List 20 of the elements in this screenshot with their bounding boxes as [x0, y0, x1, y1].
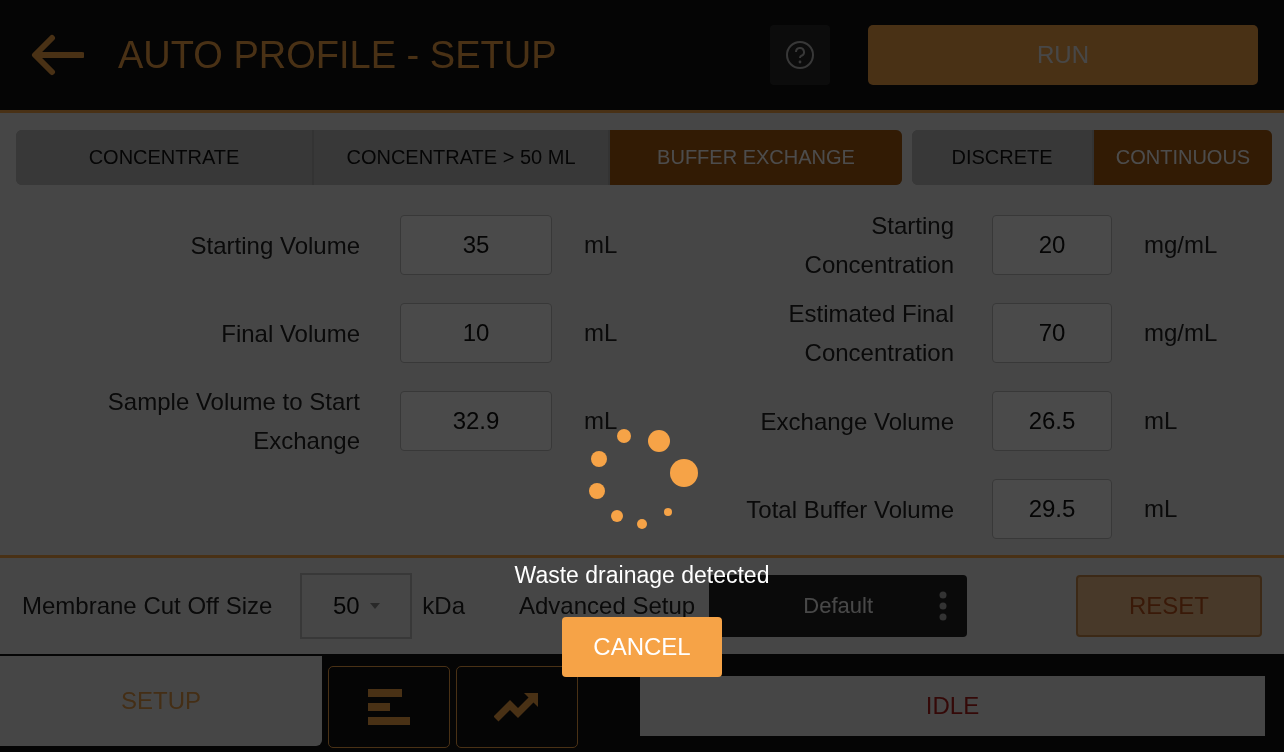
- unit-label: mL: [1143, 407, 1179, 435]
- unit-label: mL: [583, 231, 619, 259]
- unit-label: mg/mL: [1143, 319, 1219, 347]
- cancel-button[interactable]: CANCEL: [562, 617, 722, 677]
- unit-label: mL: [583, 407, 619, 435]
- field-label: Final Volume: [221, 318, 360, 349]
- field-label: Exchange Volume: [760, 406, 954, 437]
- unit-label: kDa: [422, 592, 465, 620]
- unit-label: mL: [583, 319, 619, 347]
- dialog-message: Waste drainage detected: [514, 562, 770, 589]
- field-label: Total Buffer Volume: [746, 494, 954, 525]
- page-title: AUTO PROFILE - SETUP: [118, 33, 558, 77]
- field-label: Starting Volume: [190, 230, 360, 261]
- field-label: Sample Volume to Start Exchange: [106, 387, 360, 456]
- membrane-label: Membrane Cut Off Size: [22, 592, 273, 620]
- unit-label: mg/mL: [1143, 231, 1219, 259]
- field-label: Estimated Final Concentration: [787, 299, 954, 368]
- field-label: Starting Concentration: [803, 211, 954, 280]
- unit-label: mL: [1143, 495, 1179, 523]
- advanced-setup-label: Advanced Setup: [519, 592, 696, 620]
